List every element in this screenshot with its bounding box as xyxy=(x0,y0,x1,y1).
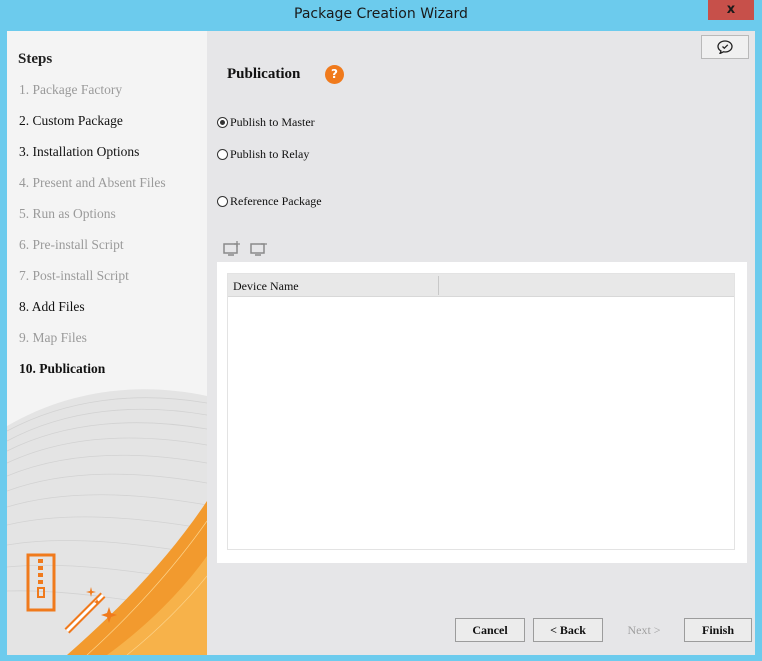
main-panel: Publication ? Publish to Master Publish … xyxy=(207,31,755,655)
help-icon[interactable]: ? xyxy=(325,65,344,84)
step-item: 5. Run as Options xyxy=(19,206,116,221)
radio-indicator[interactable] xyxy=(217,117,228,128)
column-header-device-name[interactable]: Device Name xyxy=(233,279,299,294)
radio-indicator[interactable] xyxy=(217,149,228,160)
step-item: 7. Post-install Script xyxy=(19,268,129,283)
table-header: Device Name xyxy=(228,274,734,297)
wizard-client: Steps 1. Package Factory 2. Custom Packag… xyxy=(7,31,755,655)
radio-publish-to-relay[interactable]: Publish to Relay xyxy=(217,147,309,162)
radio-reference-package[interactable]: Reference Package xyxy=(217,194,322,209)
feedback-icon xyxy=(717,40,733,54)
step-item: 4. Present and Absent Files xyxy=(19,175,166,190)
steps-sidebar: Steps 1. Package Factory 2. Custom Packag… xyxy=(7,31,207,655)
window-title: Package Creation Wizard xyxy=(294,6,468,22)
radio-publish-to-master[interactable]: Publish to Master xyxy=(217,115,315,130)
step-item: 1. Package Factory xyxy=(19,82,123,97)
title-bar[interactable]: Package Creation Wizard x xyxy=(0,0,762,31)
next-button[interactable]: Next > xyxy=(611,618,677,642)
close-button[interactable]: x xyxy=(708,0,754,20)
package-wizard-icon xyxy=(26,553,117,634)
step-item: 2. Custom Package xyxy=(19,113,123,128)
step-item: 8. Add Files xyxy=(19,299,85,314)
steps-heading: Steps xyxy=(18,51,53,67)
step-item: 3. Installation Options xyxy=(19,144,140,159)
back-button[interactable]: < Back xyxy=(533,618,603,642)
column-divider xyxy=(438,276,439,295)
device-table[interactable]: Device Name xyxy=(227,273,735,550)
radio-label: Reference Package xyxy=(230,194,322,208)
step-item: 9. Map Files xyxy=(19,330,87,345)
radio-indicator[interactable] xyxy=(217,196,228,207)
step-item: 6. Pre-install Script xyxy=(19,237,124,252)
device-grid-container: Device Name xyxy=(217,262,747,563)
radio-label: Publish to Relay xyxy=(230,147,310,161)
step-item: 10. Publication xyxy=(19,361,106,376)
radio-label: Publish to Master xyxy=(230,115,315,129)
wizard-window: Package Creation Wizard x Steps 1. Packa… xyxy=(0,0,762,661)
remove-device-icon[interactable] xyxy=(250,241,268,257)
cancel-button[interactable]: Cancel xyxy=(455,618,525,642)
finish-button[interactable]: Finish xyxy=(684,618,752,642)
add-device-icon[interactable] xyxy=(223,241,241,257)
page-title: Publication xyxy=(227,66,301,82)
feedback-button[interactable] xyxy=(701,35,749,59)
